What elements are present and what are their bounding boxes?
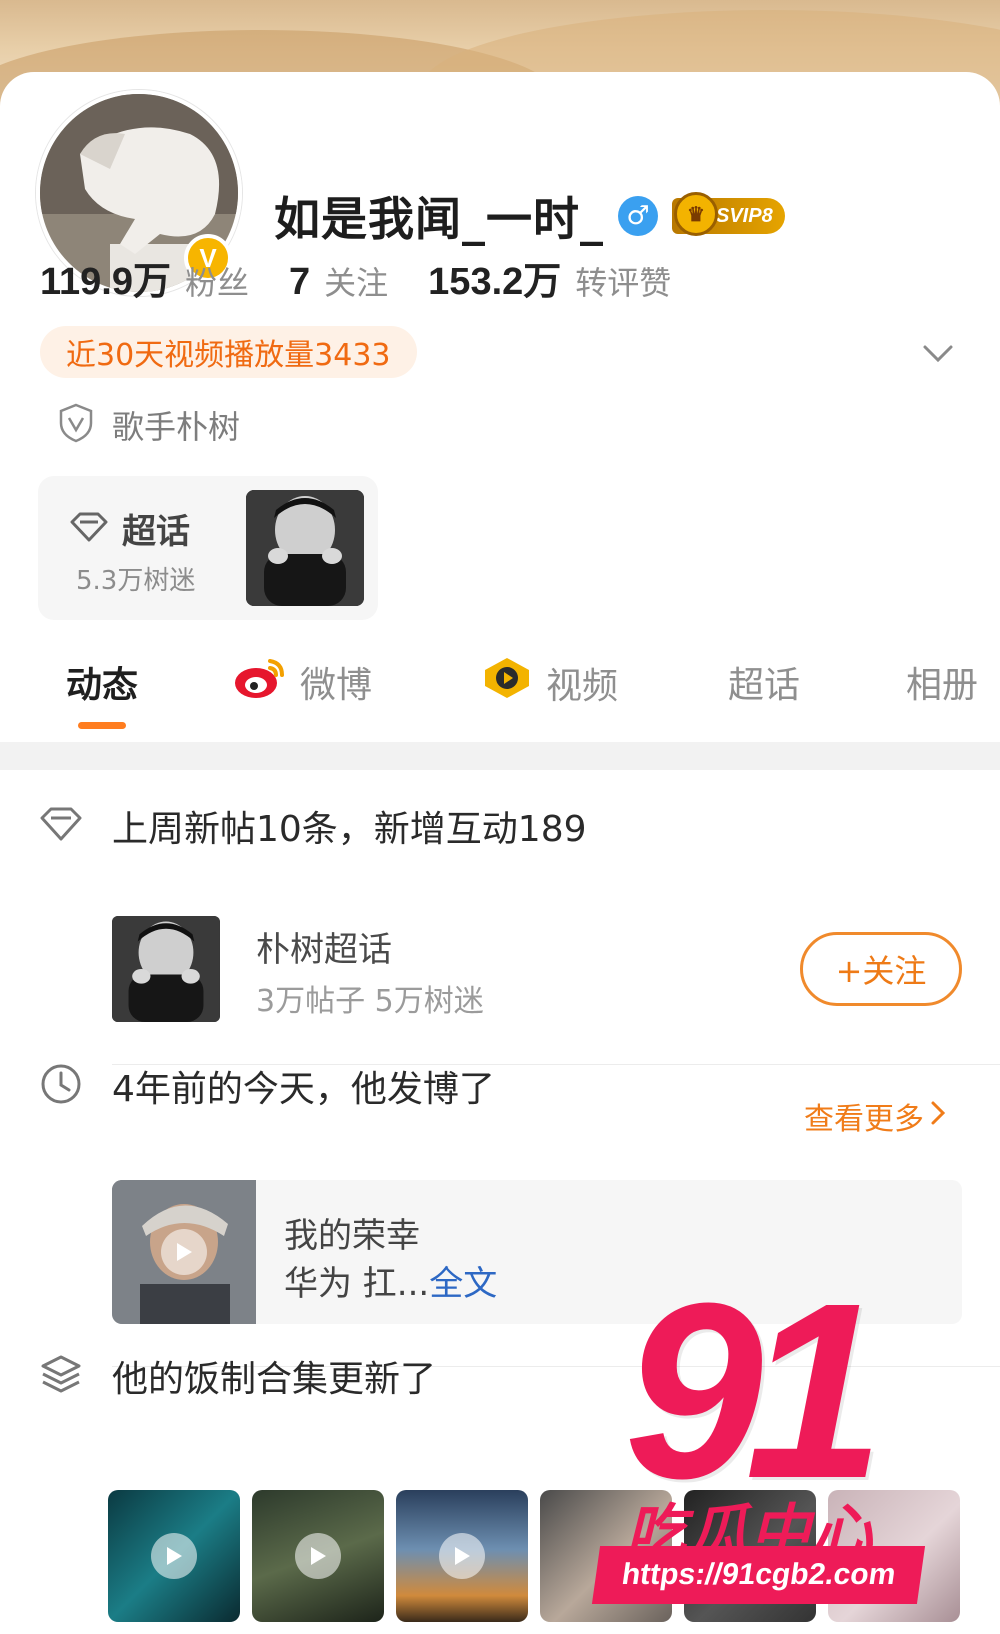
tab-label: 动态 [66, 665, 139, 706]
identity-label: 歌手朴树 [112, 408, 241, 446]
memory-section-header: 4年前的今天，他发博了 [40, 1060, 495, 1112]
memory-post-line2: 华为 扛...全文 [284, 1256, 497, 1305]
diamond-icon [70, 512, 108, 546]
play-icon [439, 1533, 485, 1579]
weekly-section-header: 上周新帖10条，新增互动189 [40, 800, 587, 852]
stat-following[interactable]: 7 关注 [289, 258, 388, 304]
layers-icon [40, 1354, 82, 1398]
memory-title: 4年前的今天，他发博了 [112, 1069, 495, 1110]
topic-thumbnail[interactable] [112, 916, 220, 1022]
play-icon [295, 1533, 341, 1579]
video-plays-chip[interactable]: 近30天视频播放量3433 [40, 326, 417, 378]
chevron-right-icon [930, 1099, 946, 1134]
stat-label: 关注 [324, 264, 389, 302]
stat-label: 转评赞 [575, 264, 672, 302]
supertopic-title: 超话 [122, 512, 190, 552]
tab-feed[interactable]: 动态 [66, 656, 138, 708]
profile-stats: 119.9万 粉丝 7 关注 153.2万 转评赞 [40, 250, 711, 305]
see-more-label: 查看更多 [804, 1102, 924, 1137]
play-icon [151, 1533, 197, 1579]
diamond-icon [40, 807, 82, 845]
see-more-link[interactable]: 查看更多 [804, 1094, 946, 1138]
topic-name[interactable]: 朴树超话 [256, 922, 392, 971]
identity-row: 歌手朴树 [58, 402, 240, 448]
supertopic-subtitle: 5.3万树迷 [76, 566, 196, 596]
supertopic-photo [246, 490, 364, 606]
active-tab-indicator [78, 722, 126, 729]
collection-section-header: 他的饭制合集更新了 [40, 1350, 436, 1402]
profile-tabs: 动态 微博 视频 超话 相册 [0, 646, 1000, 738]
collection-video-thumbnail[interactable] [108, 1490, 240, 1622]
male-gender-icon: ♂ [618, 196, 658, 236]
memory-post-line1: 我的荣幸 [284, 1216, 420, 1256]
follow-button[interactable]: +关注 [800, 932, 962, 1006]
username: 如是我闻_一时_ [274, 192, 604, 246]
stat-interactions[interactable]: 153.2万 转评赞 [428, 250, 671, 305]
tab-label: 相册 [906, 665, 979, 706]
watermark-url: https://91cgb2.com [591, 1546, 926, 1604]
chevron-down-icon[interactable] [918, 334, 958, 374]
tab-video[interactable]: 视频 [482, 656, 618, 709]
tab-weibo[interactable]: 微博 [234, 656, 372, 708]
tab-label: 超话 [728, 665, 801, 706]
collection-title: 他的饭制合集更新了 [112, 1359, 437, 1400]
weekly-summary: 上周新帖10条，新增互动189 [112, 809, 587, 850]
play-icon [161, 1229, 207, 1275]
tab-label: 视频 [546, 665, 619, 707]
stat-number: 7 [289, 261, 311, 303]
stat-number: 119.9万 [40, 261, 171, 303]
collection-video-thumbnail[interactable] [396, 1490, 528, 1622]
supertopic-card[interactable]: 超话 5.3万树迷 [38, 476, 378, 620]
memory-video-thumbnail[interactable] [112, 1180, 256, 1324]
shield-v-icon [58, 403, 94, 447]
tab-album[interactable]: 相册 [906, 656, 978, 708]
name-row: 如是我闻_一时_ ♂ ♛ SVIP8 [274, 184, 785, 248]
svip-label: SVIP8 [716, 204, 773, 227]
stat-number: 153.2万 [428, 261, 562, 303]
tab-label: 微博 [300, 665, 373, 706]
stat-followers[interactable]: 119.9万 粉丝 [40, 250, 249, 305]
stat-label: 粉丝 [185, 264, 250, 302]
video-icon [482, 656, 532, 709]
supertopic-title-row: 超话 [70, 504, 190, 553]
crown-icon: ♛ [674, 192, 718, 236]
collection-video-thumbnail[interactable] [252, 1490, 384, 1622]
svip-badge[interactable]: ♛ SVIP8 [672, 192, 785, 236]
section-divider [0, 742, 1000, 770]
topic-meta: 3万帖子 5万树迷 [256, 984, 484, 1019]
tab-supertopic[interactable]: 超话 [728, 656, 800, 708]
watermark-number: 91 [624, 1251, 884, 1530]
memory-post-excerpt: 华为 扛... [284, 1264, 430, 1304]
full-text-link[interactable]: 全文 [429, 1264, 497, 1304]
clock-icon [40, 1063, 82, 1109]
weibo-icon [234, 657, 286, 708]
